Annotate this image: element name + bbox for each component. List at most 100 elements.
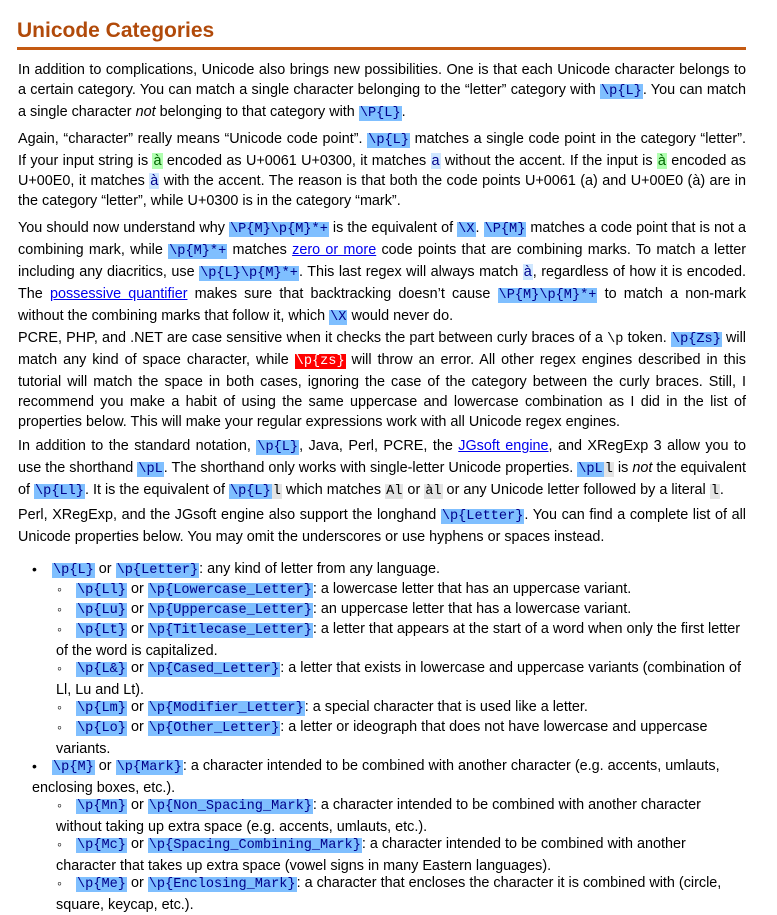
- regex-literal: l: [603, 462, 614, 477]
- list-item-spacing-combining-mark: \p{Mc} or \p{Spacing_Combining_Mark}: a …: [56, 834, 746, 876]
- regex-token: \p{Lu}: [76, 603, 127, 618]
- regex-token: \p{Mc}: [76, 838, 127, 853]
- list-item-mark: \p{M} or \p{Mark}: a character intended …: [32, 756, 746, 798]
- regex-token: \p{Lo}: [76, 721, 127, 736]
- match-sample: l: [709, 484, 720, 499]
- page: Unicode Categories In addition to compli…: [0, 0, 777, 913]
- text: or: [98, 561, 112, 577]
- text: You should now understand why: [18, 220, 229, 236]
- regex-token: \p{L}: [600, 84, 643, 99]
- text: would never do.: [347, 308, 454, 324]
- list-item-uppercase-letter: \p{Lu} or \p{Uppercase_Letter}: an upper…: [56, 599, 746, 621]
- regex-token: \P{M}\p{M}*+: [497, 288, 598, 303]
- text: or: [130, 581, 144, 597]
- subject-sample: à: [656, 153, 667, 169]
- regex-token: \p{L}: [228, 484, 272, 499]
- list-item-letter: \p{L} or \p{Letter}: any kind of letter …: [32, 559, 746, 581]
- regex-token: \p{M}*+: [168, 244, 228, 259]
- emphasis: not: [632, 460, 653, 476]
- regex-token: \X: [329, 310, 348, 325]
- text: which matches: [281, 482, 386, 498]
- subject-sample: à: [152, 153, 163, 169]
- text: belonging to that category with: [155, 104, 359, 120]
- regex-token: \p{L&}: [76, 662, 127, 677]
- text: . This last regex will always match: [298, 264, 523, 280]
- text: or: [130, 719, 144, 735]
- regex-token: \p{Letter}: [115, 563, 200, 578]
- emphasis: not: [135, 104, 156, 120]
- item-description: : an uppercase letter that has a lowerca…: [312, 601, 632, 617]
- paragraph-combining-marks: You should now understand why \P{M}\p{M}…: [18, 218, 746, 328]
- link-jgsoft-engine[interactable]: JGsoft engine: [458, 438, 548, 454]
- link-possessive-quantifier[interactable]: possessive quantifier: [50, 286, 188, 302]
- text: or: [130, 621, 144, 637]
- regex-token: \p{Non_Spacing_Mark}: [147, 799, 313, 814]
- text: PCRE, PHP, and .NET are case sensitive w…: [18, 330, 608, 346]
- text: without the accent. If the input is: [440, 153, 657, 169]
- regex-token: \p{L}: [52, 563, 95, 578]
- text: or: [130, 601, 144, 617]
- link-zero-or-more[interactable]: zero or more: [292, 242, 376, 258]
- item-description: : a lowercase letter that has an upperca…: [312, 581, 632, 597]
- text: In addition to the standard notation,: [18, 438, 257, 454]
- list-item-modifier-letter: \p{Lm} or \p{Modifier_Letter}: a special…: [56, 697, 746, 719]
- regex-error-token: \p{zs}: [294, 354, 346, 369]
- paragraph-case-sensitivity: PCRE, PHP, and .NET are case sensitive w…: [18, 328, 746, 432]
- regex-token: \p{Mn}: [76, 799, 127, 814]
- paragraph-code-points: Again, “character” really means “Unicode…: [18, 129, 746, 211]
- paragraph-intro: In addition to complications, Unicode al…: [18, 60, 746, 124]
- text: or: [130, 699, 144, 715]
- regex-token: \P{L}: [358, 106, 402, 121]
- text: matches: [227, 242, 293, 258]
- regex-token: \p{Me}: [76, 877, 127, 892]
- text: .: [475, 220, 484, 236]
- regex-literal: l: [271, 484, 282, 499]
- regex-token: \p{Letter}: [440, 509, 525, 524]
- list-item-non-spacing-mark: \p{Mn} or \p{Non_Spacing_Mark}: a charac…: [56, 795, 746, 837]
- text: .: [719, 482, 724, 498]
- text: . The shorthand only works with single-l…: [163, 460, 578, 476]
- regex-token: \p{Spacing_Combining_Mark}: [147, 838, 362, 853]
- match-sample: à: [149, 173, 160, 189]
- regex-token: \p{Titlecase_Letter}: [147, 623, 313, 638]
- match-sample: a: [430, 153, 441, 169]
- regex-token: \p{M}: [52, 760, 95, 775]
- regex-token: \pL: [137, 462, 164, 477]
- regex-token: \p{Ll}: [76, 583, 127, 598]
- regex-token: \P{M}: [483, 222, 527, 237]
- inline-code: \p: [607, 332, 624, 347]
- text: Perl, XRegExp, and the JGsoft engine als…: [18, 507, 441, 523]
- regex-token: \p{Enclosing_Mark}: [147, 877, 297, 892]
- regex-token: \p{Lt}: [76, 623, 127, 638]
- item-description: : any kind of letter from any language.: [199, 561, 440, 577]
- regex-token: \p{Modifier_Letter}: [147, 701, 305, 716]
- text: Again, “character” really means “Unicode…: [18, 131, 368, 147]
- text: or: [130, 797, 144, 813]
- list-item-enclosing-mark: \p{Me} or \p{Enclosing_Mark}: a characte…: [56, 873, 746, 915]
- regex-token: \p{Mark}: [115, 760, 183, 775]
- text: or: [130, 660, 144, 676]
- list-item-titlecase-letter: \p{Lt} or \p{Titlecase_Letter}: a letter…: [56, 619, 746, 661]
- item-description: : a special character that is used like …: [304, 699, 588, 715]
- list-item-cased-letter: \p{L&} or \p{Cased_Letter}: a letter tha…: [56, 658, 746, 700]
- regex-token: \p{Cased_Letter}: [147, 662, 281, 677]
- text: .: [401, 104, 406, 120]
- match-sample: Al: [385, 484, 404, 499]
- page-title: Unicode Categories: [17, 19, 215, 42]
- regex-token: \p{Uppercase_Letter}: [147, 603, 313, 618]
- text: or any Unicode letter followed by a lite…: [442, 482, 710, 498]
- title-divider: [17, 47, 746, 50]
- match-sample: àl: [424, 484, 443, 499]
- text: or: [98, 758, 112, 774]
- paragraph-longhand: Perl, XRegExp, and the JGsoft engine als…: [18, 505, 746, 547]
- text: makes sure that backtracking doesn’t cau…: [187, 286, 498, 302]
- list-item-other-letter: \p{Lo} or \p{Other_Letter}: a letter or …: [56, 717, 746, 759]
- paragraph-shorthand: In addition to the standard notation, \p…: [18, 436, 746, 502]
- regex-token: \P{M}\p{M}*+: [228, 222, 329, 237]
- regex-token: \X: [457, 222, 476, 237]
- text: , Java, Perl, PCRE, the: [299, 438, 459, 454]
- list-item-lowercase-letter: \p{Ll} or \p{Lowercase_Letter}: a lowerc…: [56, 579, 746, 601]
- text: or: [403, 482, 425, 498]
- text: or: [130, 875, 144, 891]
- regex-token: \p{L}: [256, 440, 300, 455]
